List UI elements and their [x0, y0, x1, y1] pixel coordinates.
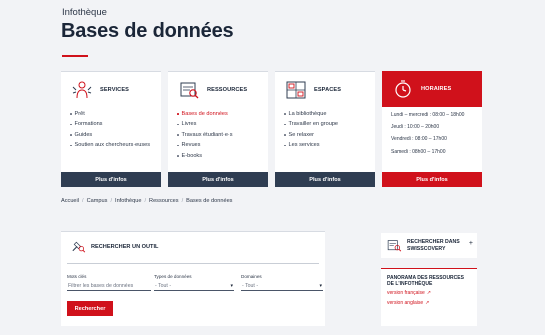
- clock-icon: [395, 80, 411, 98]
- card-services-header: SERVICES: [61, 72, 161, 108]
- list-item[interactable]: Travailler en groupe: [284, 119, 375, 129]
- keywords-input[interactable]: Filtrer les bases de données: [67, 281, 151, 291]
- services-icon: [72, 81, 92, 99]
- hours-row: Lundi – mercredi : 08:00 – 18h00: [391, 112, 465, 118]
- card-resources: RESSOURCES Bases de données Livres Trava…: [168, 71, 268, 187]
- panorama-box: PANORAMA DES RESSOURCES DE L'INFOTHÈQUE …: [381, 268, 477, 326]
- tool-search-icon: [72, 241, 86, 253]
- list-item[interactable]: Se relaxer: [284, 130, 375, 140]
- card-resources-list: Bases de données Livres Travaux étudiant…: [168, 109, 268, 161]
- breadcrumb-separator: /: [82, 198, 84, 204]
- expand-plus-icon[interactable]: +: [469, 240, 473, 247]
- spaces-icon: [286, 81, 306, 99]
- list-item-active[interactable]: Bases de données: [177, 109, 268, 119]
- breadcrumb-item[interactable]: Campus: [87, 198, 108, 204]
- keywords-label: Mots clés: [67, 274, 87, 279]
- list-item[interactable]: Soutien aux chercheurs·euses: [70, 140, 161, 150]
- swisscovery-icon: [387, 240, 402, 252]
- panorama-link-french[interactable]: version française ↗: [387, 290, 471, 296]
- breadcrumb: Accueil / Campus / Infothèque / Ressourc…: [61, 198, 232, 204]
- breadcrumb-item[interactable]: Accueil: [61, 198, 79, 204]
- card-resources-title: RESSOURCES: [207, 87, 248, 93]
- external-link-icon: ↗: [426, 290, 431, 297]
- card-spaces-list: La bibliothèque Travailler en groupe Se …: [275, 109, 375, 151]
- card-services: SERVICES Prêt Formations Guides Soutien …: [61, 71, 161, 187]
- breadcrumb-separator: /: [110, 198, 113, 204]
- title-underline: [62, 55, 88, 57]
- breadcrumb-current: Bases de données: [186, 198, 233, 204]
- card-services-title: SERVICES: [100, 87, 129, 93]
- domain-label: Domaines: [241, 274, 262, 279]
- panorama-link-english[interactable]: version anglaise ↗: [387, 300, 471, 306]
- list-item[interactable]: La bibliothèque: [284, 109, 375, 119]
- eyebrow: Infothèque: [62, 7, 107, 18]
- domain-select[interactable]: - Tout - ▾: [241, 281, 323, 291]
- divider: [67, 263, 319, 264]
- list-item[interactable]: Les services: [284, 140, 375, 150]
- list-item[interactable]: Prêt: [70, 109, 161, 119]
- breadcrumb-separator: /: [144, 198, 147, 204]
- breadcrumb-separator: /: [181, 198, 184, 204]
- keywords-placeholder: Filtrer les bases de données: [68, 282, 134, 289]
- card-spaces: ESPACES La bibliothèque Travailler en gr…: [275, 71, 375, 187]
- card-spaces-header: ESPACES: [275, 72, 375, 108]
- chevron-down-icon: ▾: [230, 282, 233, 289]
- hours-row: Samedi : 08h00 – 17h00: [391, 148, 446, 155]
- list-item[interactable]: Travaux étudiant·e·s: [177, 130, 268, 140]
- panorama-title: PANORAMA DES RESSOURCES DE L'INFOTHÈQUE: [387, 275, 464, 288]
- card-hours-title: HORAIRES: [421, 86, 452, 92]
- page-title: Bases de données: [61, 20, 234, 42]
- chevron-down-icon: ▾: [319, 282, 322, 289]
- domain-value: - Tout -: [242, 282, 259, 289]
- search-submit-button[interactable]: Rechercher: [67, 301, 113, 316]
- card-resources-header: RESSOURCES: [168, 72, 268, 108]
- hours-row: Vendredi : 08:00 – 17h00: [391, 136, 447, 143]
- card-hours-header: HORAIRES: [382, 71, 482, 107]
- services-more-button[interactable]: Plus d'infos: [61, 172, 161, 187]
- card-services-list: Prêt Formations Guides Soutien aux cherc…: [61, 109, 161, 151]
- breadcrumb-item[interactable]: Ressources: [149, 198, 179, 204]
- search-panel-header: RECHERCHER UN OUTIL: [70, 238, 158, 255]
- list-item[interactable]: E-books: [177, 151, 268, 161]
- data-type-label: Types de données: [154, 274, 192, 279]
- hours-row: Jeudi : 10:00 – 20h00: [391, 124, 440, 131]
- search-panel-title: RECHERCHER UN OUTIL: [91, 243, 159, 250]
- hours-list: Lundi – mercredi : 08:00 – 18h00 Jeudi :…: [382, 109, 482, 158]
- breadcrumb-item[interactable]: Infothèque: [115, 198, 141, 204]
- search-tool-panel: RECHERCHER UN OUTIL Mots clés Filtrer le…: [61, 231, 325, 326]
- resources-more-button[interactable]: Plus d'infos: [168, 172, 268, 187]
- external-link-icon: ↗: [425, 300, 430, 307]
- swisscovery-box[interactable]: RECHERCHER DANS SWISSCOVERY +: [381, 233, 477, 258]
- data-type-value: - Tout -: [155, 282, 172, 289]
- spaces-more-button[interactable]: Plus d'infos: [275, 172, 375, 187]
- data-type-select[interactable]: - Tout - ▾: [154, 281, 234, 291]
- hours-more-button[interactable]: Plus d'infos: [382, 172, 482, 187]
- resources-icon: [180, 82, 199, 99]
- list-item[interactable]: Revues: [177, 140, 268, 150]
- list-item[interactable]: Livres: [177, 119, 268, 129]
- card-spaces-title: ESPACES: [314, 87, 342, 93]
- card-hours: HORAIRES Lundi – mercredi : 08:00 – 18h0…: [382, 71, 482, 187]
- swisscovery-label: RECHERCHER DANS SWISSCOVERY: [407, 239, 460, 252]
- list-item[interactable]: Formations: [70, 119, 161, 129]
- list-item[interactable]: Guides: [70, 130, 161, 140]
